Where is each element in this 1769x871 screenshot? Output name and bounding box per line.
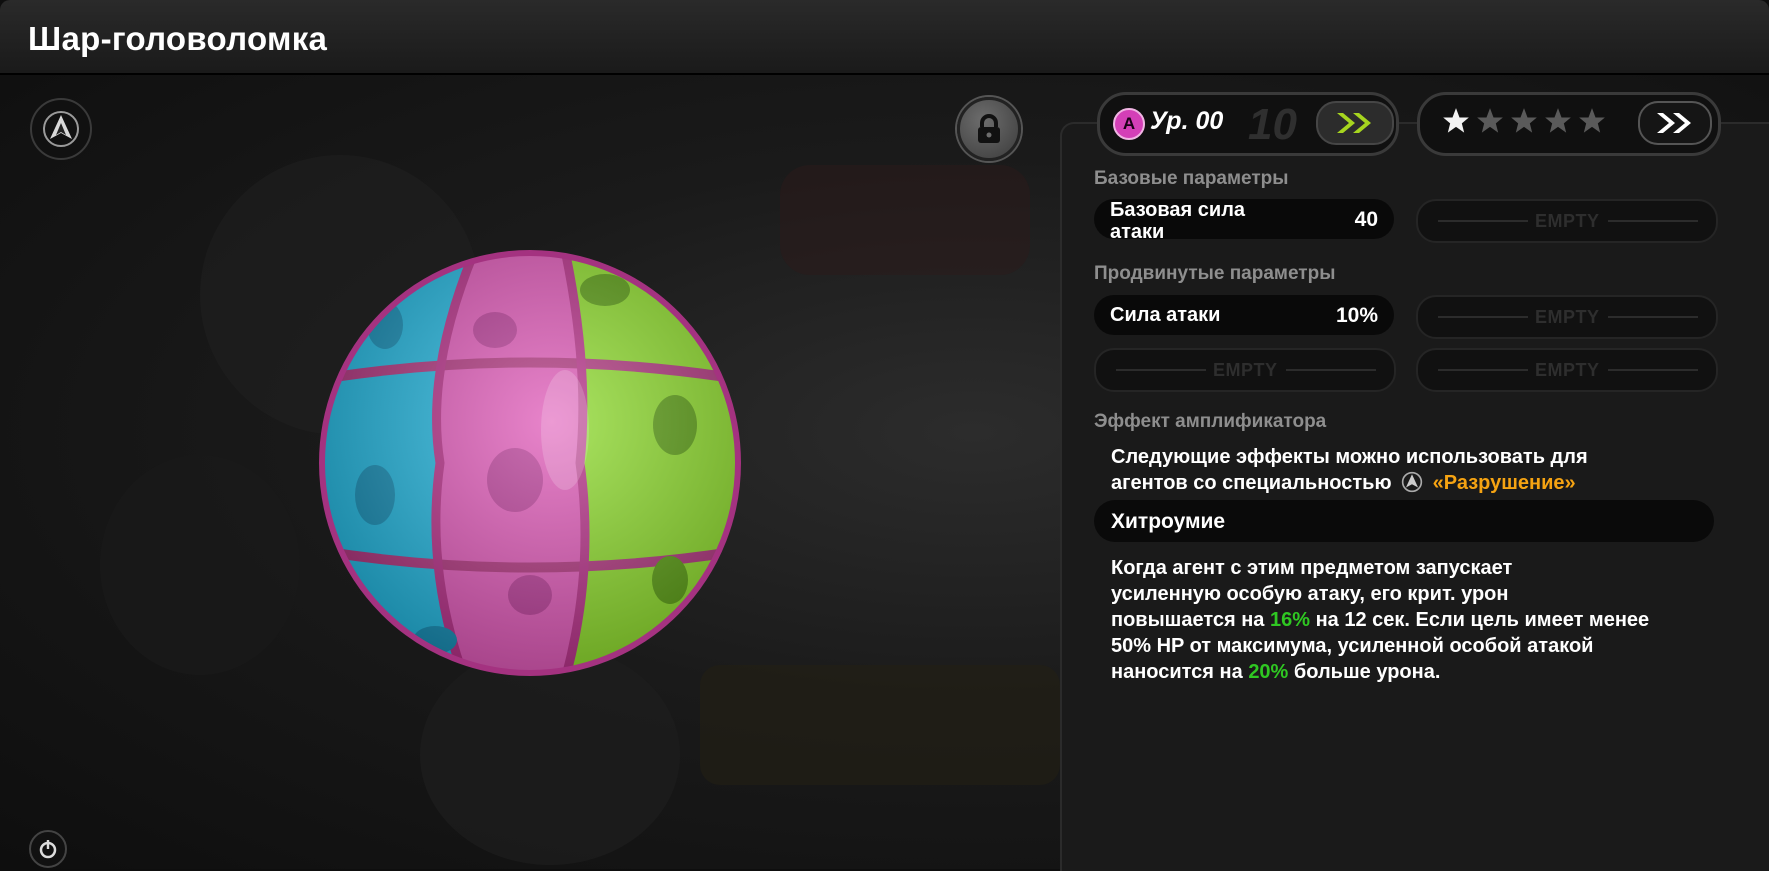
power-icon[interactable]: [29, 830, 67, 868]
rarity-stars: [1442, 105, 1606, 137]
faction-emblem-icon[interactable]: [30, 98, 92, 160]
star-icon-empty: [1511, 108, 1537, 133]
level-up-button[interactable]: [1316, 101, 1394, 145]
base-params-heading: Базовые параметры: [1094, 168, 1289, 189]
title-bar: Шар-головоломка: [0, 0, 1769, 75]
effect-name-bar: Хитроумие: [1094, 500, 1714, 542]
puzzle-sphere-image: [315, 250, 745, 680]
effect-name: Хитроумие: [1111, 510, 1226, 533]
empty-slot: EMPTY: [1416, 199, 1718, 243]
effect-description: Когда агент с этим предметом запускает у…: [1111, 557, 1650, 683]
lock-button[interactable]: [957, 97, 1021, 161]
level-max: 10: [1248, 100, 1297, 149]
lock-icon: [978, 114, 1000, 143]
amplifier-heading: Эффект амплификатора: [1094, 411, 1327, 432]
star-icon-empty: [1579, 108, 1605, 133]
crit-bonus-value: 16%: [1269, 609, 1311, 631]
advanced-params-heading: Продвинутые параметры: [1094, 263, 1336, 284]
level-pill: A Ур. 00 10: [1097, 92, 1399, 156]
specialty-icon: [1401, 471, 1423, 493]
amplifier-intro: Следующие эффекты можно использовать для…: [1111, 446, 1588, 494]
double-chevron-icon: [1337, 113, 1371, 133]
stars-up-button[interactable]: [1638, 101, 1712, 145]
specialty-name: «Разрушение»: [1432, 472, 1576, 494]
stars-pill: [1417, 92, 1721, 156]
base-attack-label-line1: Базовая сила: [1110, 199, 1246, 221]
star-icon-empty: [1477, 108, 1503, 133]
base-attack-label-line2: атаки: [1110, 221, 1165, 243]
damage-bonus-value: 20%: [1248, 661, 1289, 683]
item-title: Шар-головоломка: [28, 20, 328, 57]
attack-value: 10%: [1335, 304, 1378, 327]
star-icon-empty: [1545, 108, 1571, 133]
star-icon-filled: [1443, 108, 1469, 133]
attack-label: Сила атаки: [1110, 304, 1221, 326]
base-attack-stat: Базовая сила атаки 40: [1094, 199, 1394, 243]
level-label: Ур. 00: [1150, 107, 1224, 135]
empty-slot: EMPTY: [1416, 348, 1718, 392]
empty-slot: EMPTY: [1416, 295, 1718, 339]
rank-badge: A: [1113, 108, 1145, 140]
base-attack-value: 40: [1354, 208, 1378, 231]
attack-stat: Сила атаки 10%: [1094, 295, 1394, 335]
empty-slot: EMPTY: [1094, 348, 1396, 392]
double-chevron-icon: [1657, 113, 1691, 133]
